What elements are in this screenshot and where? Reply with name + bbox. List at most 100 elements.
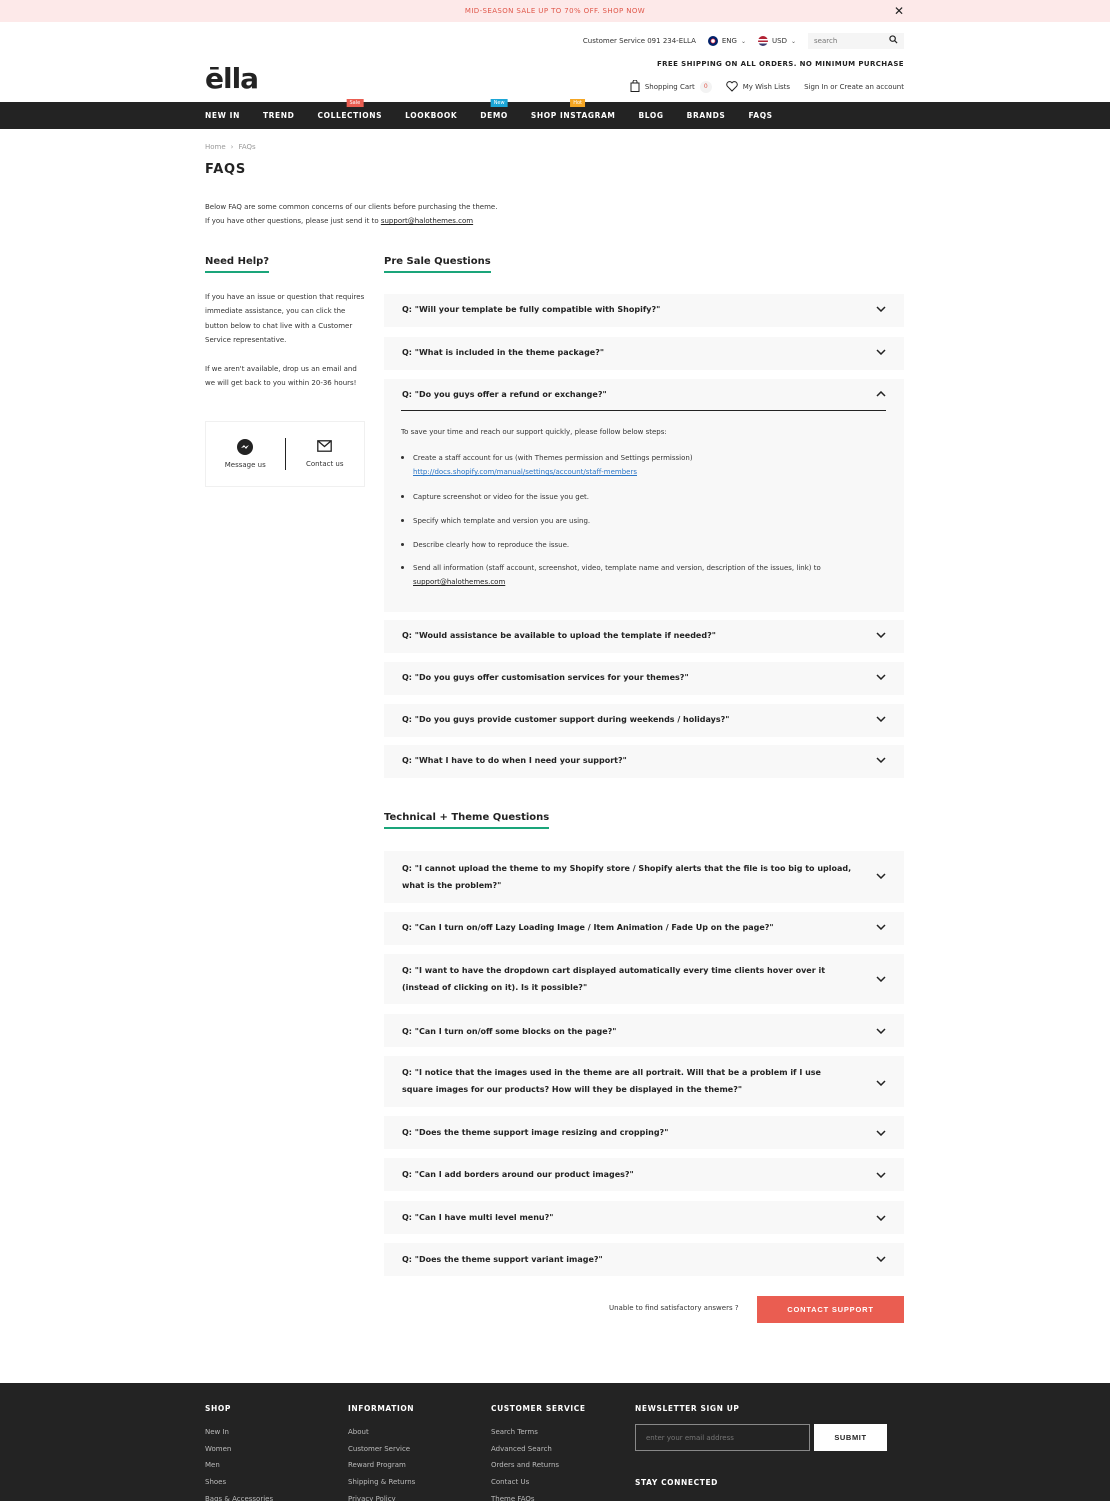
contact-support-button[interactable]: CONTACT SUPPORT (757, 1296, 904, 1323)
nav-item-demo[interactable]: DEMO New (480, 99, 508, 120)
faq-item[interactable]: Q: "What is included in the theme packag… (384, 337, 904, 370)
faq-question: Q: "I cannot upload the theme to my Shop… (402, 864, 852, 890)
footer-link[interactable]: Customer Service (348, 1441, 415, 1458)
account-bar: Shopping Cart 0 My Wish Lists Sign In or… (630, 79, 904, 94)
chevron-down-icon (876, 922, 886, 933)
footer-link[interactable]: Women (205, 1441, 273, 1458)
answer-step: Send all information (staff account, scr… (401, 561, 883, 589)
nav-item-blog[interactable]: BLOG (638, 111, 663, 120)
faq-question: Q: "Can I add borders around our product… (402, 1170, 634, 1179)
footer-link[interactable]: Search Terms (491, 1424, 586, 1441)
footer-link[interactable]: Reward Program (348, 1457, 415, 1474)
faq-question: Q: "Do you guys offer a refund or exchan… (402, 390, 607, 399)
customer-service-phone: Customer Service 091 234-ELLA (582, 37, 696, 45)
help-paragraph-1: If you have an issue or question that re… (205, 293, 365, 345)
contact-us-button[interactable]: Contact us (286, 422, 365, 486)
faq-item[interactable]: Q: "What I have to do when I need your s… (384, 745, 904, 778)
pre-sale-heading: Pre Sale Questions (384, 256, 491, 273)
chevron-down-icon (876, 672, 886, 683)
wishlist-label: My Wish Lists (742, 83, 791, 91)
faq-question: Q: "What I have to do when I need your s… (402, 756, 627, 765)
footer-link[interactable]: Shoes (205, 1474, 273, 1491)
footer-link[interactable]: Bags & Accessories (205, 1491, 273, 1501)
technical-heading: Technical + Theme Questions (384, 812, 550, 829)
staff-account-docs-link[interactable]: http://docs.shopify.com/manual/settings/… (413, 468, 637, 476)
faq-item[interactable]: Q: "Can I have multi level menu?" (384, 1201, 904, 1234)
message-us-button[interactable]: Message us (206, 422, 285, 486)
nav-item-shop-instagram[interactable]: SHOP INSTAGRAM Hot (531, 99, 616, 120)
nav-item-brands[interactable]: BRANDS (687, 111, 726, 120)
newsletter-submit-button[interactable]: SUBMIT (814, 1424, 887, 1451)
language-selector[interactable]: ENG ⌄ (707, 36, 746, 46)
answer-divider (401, 410, 886, 411)
nav-item-lookbook[interactable]: LOOKBOOK (405, 111, 457, 120)
wishlist-link[interactable]: My Wish Lists (726, 80, 791, 94)
currency-value: USD (772, 37, 787, 45)
faq-item[interactable]: Q: "Can I turn on/off Lazy Loading Image… (384, 912, 904, 945)
main-navigation: NEW IN TREND COLLECTIONS Sale LOOKBOOK DE… (0, 99, 1110, 129)
support-email-link[interactable]: support@halothemes.com (381, 217, 473, 225)
footer-shop-column: SHOP New In Women Men Shoes Bags & Acces… (205, 1404, 273, 1501)
faq-question: Q: "Does the theme support variant image… (402, 1255, 603, 1264)
messenger-icon (237, 439, 254, 455)
faq-item[interactable]: Q: "Can I add borders around our product… (384, 1158, 904, 1191)
breadcrumb: Home › FAQs (205, 143, 256, 151)
chevron-down-icon (876, 347, 886, 358)
faq-item[interactable]: Q: "I want to have the dropdown cart dis… (384, 954, 904, 1004)
faq-question: Q: "Do you guys provide customer support… (402, 715, 730, 724)
page-title: FAQS (205, 162, 247, 177)
faq-question: Q: "Will your template be fully compatib… (402, 305, 661, 314)
nav-item-collections[interactable]: COLLECTIONS Sale (317, 99, 382, 120)
search-input[interactable] (814, 37, 884, 45)
chevron-up-icon (876, 389, 886, 400)
faq-item[interactable]: Q: "Can I turn on/off some blocks on the… (384, 1014, 904, 1047)
footer-link[interactable]: About (348, 1424, 415, 1441)
site-logo[interactable]: ēlla (205, 62, 259, 95)
footer-link[interactable]: Men (205, 1457, 273, 1474)
nav-item-faqs[interactable]: FAQS (748, 111, 772, 120)
cart-count-badge: 0 (699, 81, 712, 93)
breadcrumb-home[interactable]: Home (205, 143, 226, 151)
footer-information-column: INFORMATION About Customer Service Rewar… (348, 1404, 415, 1501)
faq-item[interactable]: Q: "Does the theme support variant image… (384, 1243, 904, 1276)
footer-link[interactable]: Advanced Search (491, 1441, 586, 1458)
faq-item[interactable]: Q: "Would assistance be available to upl… (384, 620, 904, 653)
nav-item-trend[interactable]: TREND (263, 111, 295, 120)
faq-item[interactable]: Q: "I cannot upload the theme to my Shop… (384, 851, 904, 903)
sign-in-link[interactable]: Sign In or Create an account (804, 83, 904, 91)
close-icon[interactable]: ✕ (894, 4, 904, 18)
faq-question: Q: "I want to have the dropdown cart dis… (402, 966, 826, 992)
answer-intro: To save your time and reach our support … (401, 428, 667, 436)
faq-item[interactable]: Q: "Do you guys provide customer support… (384, 704, 904, 737)
cart-label: Shopping Cart (644, 83, 695, 91)
faq-item[interactable]: Q: "Will your template be fully compatib… (384, 294, 904, 327)
nav-item-new-in[interactable]: NEW IN (205, 111, 240, 120)
announcement-text[interactable]: MID-SEASON SALE UP TO 70% OFF. SHOP NOW (465, 7, 645, 15)
footer-link[interactable]: Theme FAQs (491, 1491, 586, 1501)
currency-selector[interactable]: USD ⌄ (758, 36, 796, 46)
newsletter-email-input[interactable] (635, 1424, 810, 1451)
breadcrumb-current: FAQs (238, 143, 256, 151)
answer-step: Create a staff account for us (with Them… (401, 451, 883, 479)
need-help-heading: Need Help? (205, 256, 270, 273)
search-icon[interactable] (889, 35, 898, 47)
footer-link[interactable]: Shipping & Returns (348, 1474, 415, 1491)
faq-item[interactable]: Q: "Does the theme support image resizin… (384, 1116, 904, 1149)
faq-item[interactable]: Q: "Do you guys offer customisation serv… (384, 662, 904, 695)
faq-item[interactable]: Q: "I notice that the images used in the… (384, 1056, 904, 1107)
language-value: ENG (721, 37, 737, 45)
answer-step: Describe clearly how to reproduce the is… (401, 538, 883, 552)
shopping-cart-link[interactable]: Shopping Cart 0 (630, 79, 712, 94)
intro-line-2: If you have other questions, please just… (205, 217, 474, 225)
footer-link[interactable]: Orders and Returns (491, 1457, 586, 1474)
footer-heading: INFORMATION (348, 1404, 415, 1413)
footer-link[interactable]: Privacy Policy (348, 1491, 415, 1501)
footer-link[interactable]: New In (205, 1424, 273, 1441)
breadcrumb-separator: › (230, 143, 234, 151)
footer-link[interactable]: Contact Us (491, 1474, 586, 1491)
chevron-down-icon (876, 974, 886, 985)
chevron-down-icon (876, 304, 886, 315)
support-email-link[interactable]: support@halothemes.com (413, 578, 505, 586)
intro-text: Below FAQ are some common concerns of ou… (205, 200, 497, 228)
chevron-down-icon (876, 755, 886, 766)
